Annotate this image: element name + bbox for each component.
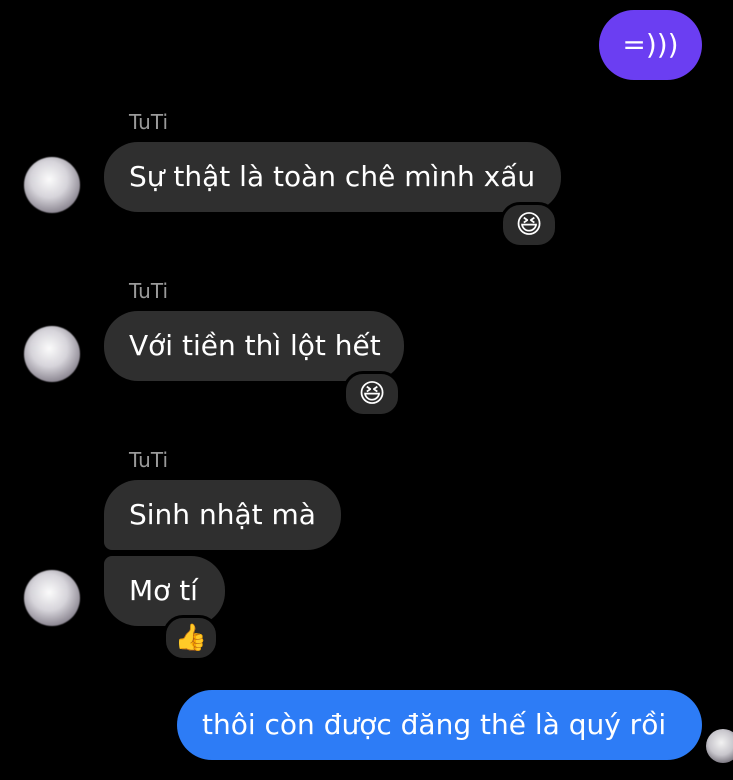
incoming-message-bubble[interactable]: Sự thật là toàn chê mình xấu: [104, 142, 561, 212]
contact-avatar[interactable]: [24, 157, 80, 213]
incoming-message-bubble[interactable]: Mơ tí: [104, 556, 225, 626]
contact-avatar[interactable]: [24, 326, 80, 382]
outgoing-message-bubble[interactable]: =))): [599, 10, 702, 80]
seen-avatar-icon: [706, 729, 733, 763]
contact-avatar[interactable]: [24, 570, 80, 626]
reaction-thumbs-up-emoji[interactable]: 👍: [163, 615, 219, 661]
sender-name: TuTi: [129, 110, 169, 134]
incoming-message-bubble[interactable]: Sinh nhật mà: [104, 480, 341, 550]
reaction-laughing-emoji[interactable]: 😆: [500, 202, 558, 248]
sender-name: TuTi: [129, 448, 169, 472]
sender-name: TuTi: [129, 279, 169, 303]
outgoing-message-bubble[interactable]: thôi còn được đăng thế là quý rồi: [177, 690, 702, 760]
reaction-laughing-emoji[interactable]: 😆: [343, 371, 401, 417]
